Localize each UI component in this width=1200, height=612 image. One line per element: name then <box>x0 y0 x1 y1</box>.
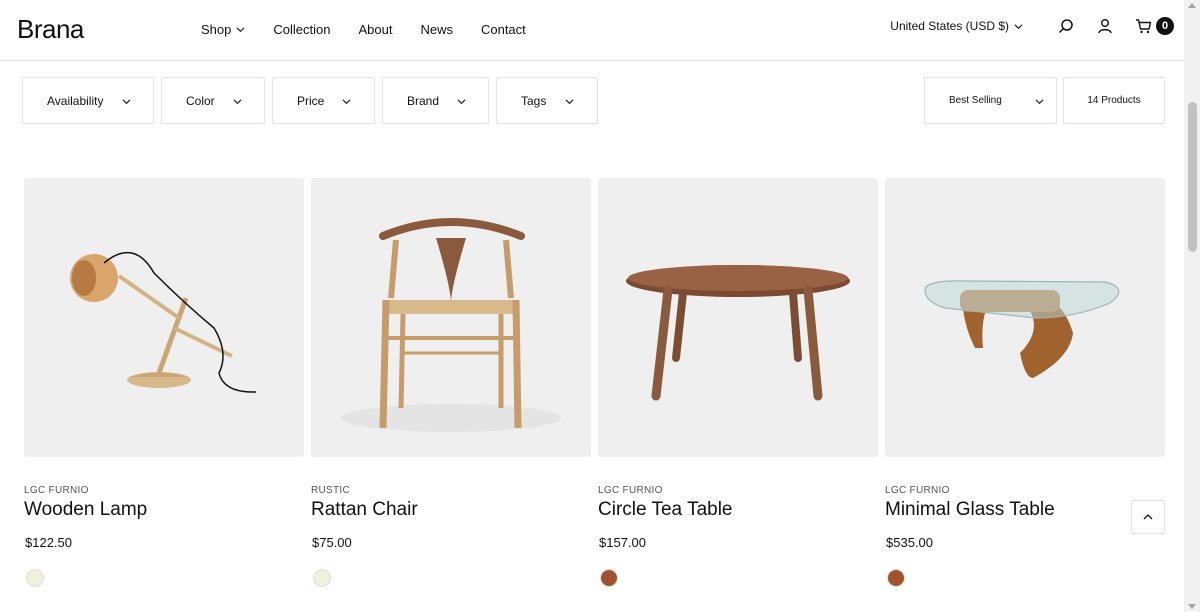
nav-collection-label: Collection <box>273 22 331 37</box>
product-vendor: LGC FURNIO <box>24 485 89 496</box>
product-count-box: 14 Products <box>1063 77 1165 124</box>
sort-select[interactable]: Best Selling <box>924 77 1057 124</box>
chevron-down-icon <box>457 99 466 105</box>
filter-tags-label: Tags <box>521 94 547 108</box>
site-header: Brana Shop Collection About News Contact… <box>0 0 1184 61</box>
chevron-down-icon <box>233 99 242 105</box>
product-count: 14 Products <box>1087 95 1141 106</box>
product-vendor: LGC FURNIO <box>598 485 663 496</box>
filter-availability-label: Availability <box>47 94 104 108</box>
nav-collection[interactable]: Collection <box>273 22 330 37</box>
color-swatch[interactable] <box>26 569 44 587</box>
chevron-down-icon <box>1014 23 1023 29</box>
cart-count-badge: 0 <box>1156 17 1174 35</box>
nav-news[interactable]: News <box>420 22 453 37</box>
color-swatch[interactable] <box>600 569 618 587</box>
product-card[interactable]: LGC FURNIO Minimal Glass Table $535.00 <box>885 178 1165 587</box>
product-vendor: LGC FURNIO <box>885 485 950 496</box>
product-price: $535.00 <box>886 535 933 550</box>
chevron-down-icon <box>565 99 574 105</box>
header-actions: United States (USD $) 0 <box>890 17 1174 35</box>
chevron-up-icon <box>1143 514 1153 520</box>
product-card[interactable]: LGC FURNIO Wooden Lamp $122.50 <box>24 178 304 587</box>
product-price: $157.00 <box>599 535 646 550</box>
product-title[interactable]: Rattan Chair <box>311 499 418 521</box>
sort-label: Best Selling <box>949 95 1002 106</box>
nav-shop[interactable]: Shop <box>201 22 245 37</box>
nav-news-label: News <box>420 22 453 37</box>
filter-price[interactable]: Price <box>272 77 375 124</box>
filter-tags[interactable]: Tags <box>496 77 598 124</box>
filter-brand-label: Brand <box>407 94 440 108</box>
currency-label: United States (USD $) <box>890 19 1009 33</box>
scroll-up-arrow[interactable] <box>1188 3 1196 8</box>
product-image-glass-table[interactable] <box>885 178 1165 457</box>
chevron-down-icon <box>1035 99 1044 105</box>
nav-contact[interactable]: Contact <box>481 22 526 37</box>
nav-about-label: About <box>358 22 393 37</box>
back-to-top-button[interactable] <box>1131 500 1165 534</box>
cart-icon <box>1135 18 1152 34</box>
nav-shop-label: Shop <box>201 22 232 37</box>
product-card[interactable]: LGC FURNIO Circle Tea Table $157.00 <box>598 178 878 587</box>
filter-color-label: Color <box>186 94 215 108</box>
filter-price-label: Price <box>297 94 325 108</box>
scroll-down-arrow[interactable] <box>1188 604 1196 609</box>
nav-about[interactable]: About <box>358 22 392 37</box>
product-vendor: RUSTIC <box>311 485 351 496</box>
product-image-rattan-chair[interactable] <box>311 178 591 457</box>
chevron-down-icon <box>236 27 245 33</box>
filter-brand[interactable]: Brand <box>382 77 489 124</box>
filter-availability[interactable]: Availability <box>22 77 154 124</box>
nav-contact-label: Contact <box>480 22 526 37</box>
search-icon[interactable] <box>1057 17 1075 35</box>
product-title[interactable]: Wooden Lamp <box>24 499 147 521</box>
page-scrollbar[interactable] <box>1184 0 1200 612</box>
brand-logo[interactable]: Brana <box>17 14 84 45</box>
account-icon[interactable] <box>1096 17 1114 35</box>
product-price: $75.00 <box>312 535 352 550</box>
product-image-wooden-lamp[interactable] <box>24 178 304 457</box>
product-title[interactable]: Circle Tea Table <box>598 499 732 521</box>
product-title[interactable]: Minimal Glass Table <box>885 499 1055 521</box>
filter-color[interactable]: Color <box>161 77 265 124</box>
scroll-thumb[interactable] <box>1188 102 1197 252</box>
color-swatch[interactable] <box>313 569 331 587</box>
product-card[interactable]: RUSTIC Rattan Chair $75.00 <box>311 178 591 587</box>
currency-selector[interactable]: United States (USD $) <box>890 19 1023 33</box>
cart-button[interactable]: 0 <box>1135 17 1174 35</box>
product-price: $122.50 <box>25 535 72 550</box>
product-image-circle-tea-table[interactable] <box>598 178 878 457</box>
main-nav: Shop Collection About News Contact <box>201 22 554 37</box>
chevron-down-icon <box>342 99 351 105</box>
color-swatch[interactable] <box>887 569 905 587</box>
chevron-down-icon <box>122 99 131 105</box>
